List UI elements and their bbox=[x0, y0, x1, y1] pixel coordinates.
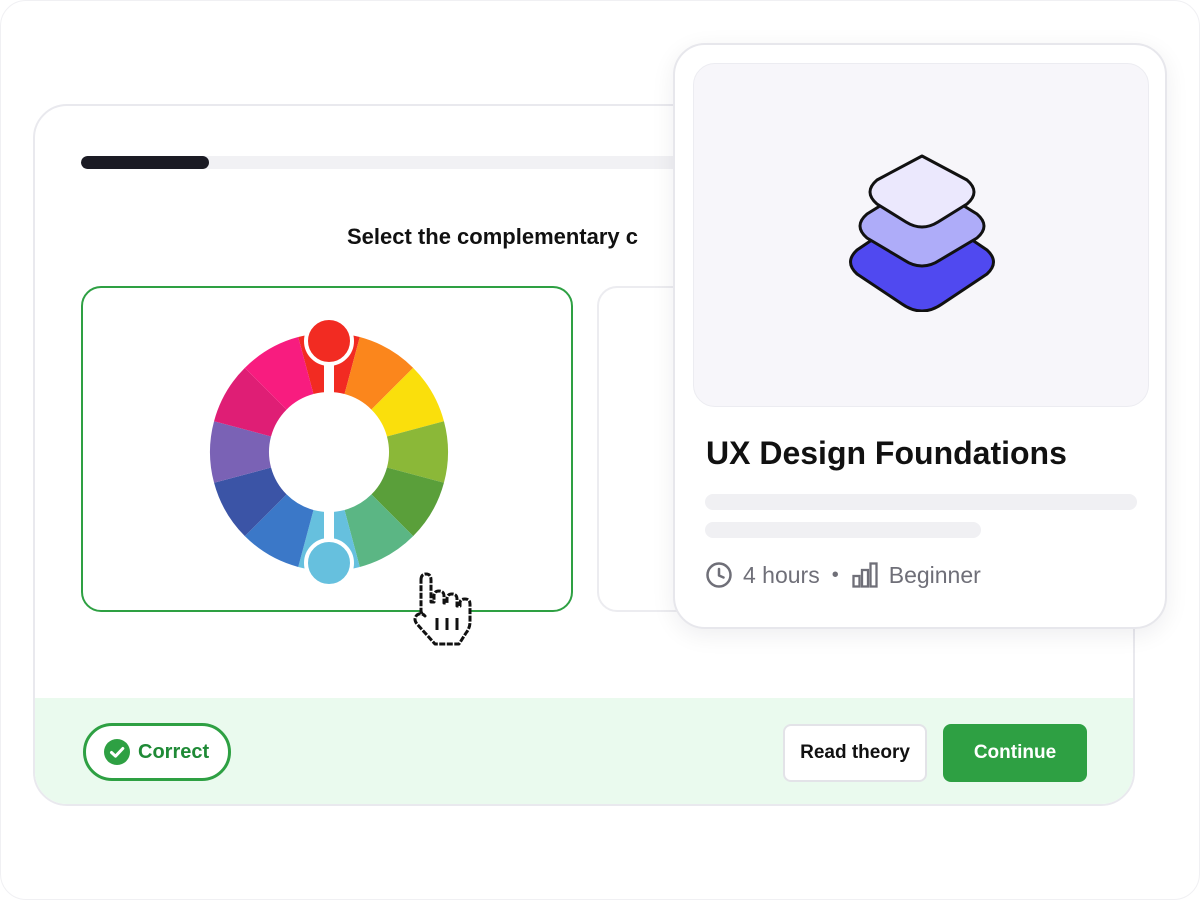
hand-pointer-icon bbox=[413, 572, 472, 646]
course-thumbnail bbox=[693, 63, 1149, 407]
course-duration: 4 hours bbox=[743, 561, 820, 588]
clock-icon bbox=[706, 562, 732, 588]
description-placeholder-line bbox=[705, 494, 1137, 510]
continue-button[interactable]: Continue bbox=[943, 724, 1087, 782]
bar-chart-icon bbox=[852, 562, 878, 588]
separator-dot: • bbox=[831, 563, 839, 586]
check-circle-icon bbox=[104, 739, 130, 765]
course-card[interactable]: UX Design Foundations 4 hours • Beginner bbox=[673, 43, 1167, 629]
correct-label: Correct bbox=[138, 740, 210, 763]
question-text: Select the complementary c bbox=[347, 224, 639, 249]
color-wheel bbox=[210, 316, 448, 588]
course-level: Beginner bbox=[888, 561, 981, 588]
correct-badge: Correct bbox=[83, 723, 231, 781]
course-meta: 4 hours • Beginner bbox=[705, 561, 981, 589]
progress-fill bbox=[81, 156, 209, 169]
read-theory-button[interactable]: Read theory bbox=[783, 724, 927, 782]
description-placeholder-line bbox=[705, 522, 981, 538]
feedback-bar: Correct Read theory Continue bbox=[35, 698, 1133, 804]
progress-bar bbox=[81, 156, 721, 169]
selected-color-marker-top bbox=[304, 316, 354, 366]
selected-color-marker-bottom bbox=[304, 538, 354, 588]
layers-icon bbox=[849, 154, 995, 312]
course-title: UX Design Foundations bbox=[706, 435, 1067, 471]
answer-option-color-wheel[interactable] bbox=[81, 286, 573, 612]
